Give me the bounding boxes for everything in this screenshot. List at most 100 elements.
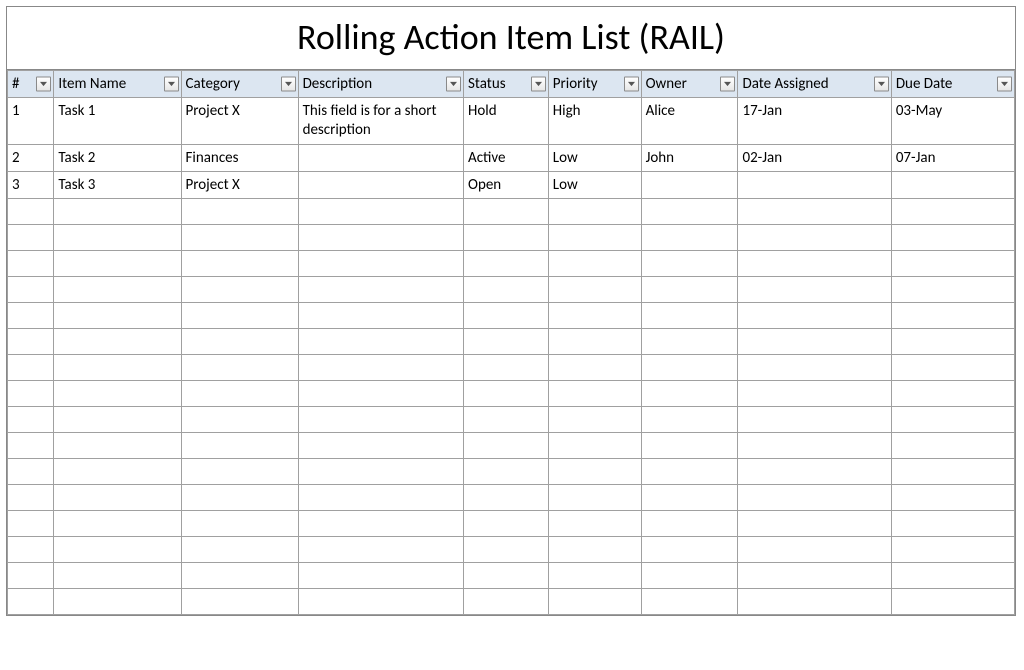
filter-dropdown-icon[interactable] <box>164 77 179 92</box>
filter-dropdown-icon[interactable] <box>281 77 296 92</box>
cell-empty[interactable] <box>54 588 181 614</box>
cell-empty[interactable] <box>8 562 54 588</box>
cell-empty[interactable] <box>464 536 549 562</box>
cell-empty[interactable] <box>464 328 549 354</box>
cell-empty[interactable] <box>298 510 463 536</box>
cell-empty[interactable] <box>298 354 463 380</box>
cell-empty[interactable] <box>548 198 641 224</box>
cell-status[interactable]: Active <box>464 144 549 171</box>
cell-empty[interactable] <box>891 224 1014 250</box>
cell-empty[interactable] <box>738 588 891 614</box>
cell-empty[interactable] <box>181 354 298 380</box>
cell-empty[interactable] <box>181 510 298 536</box>
cell-name[interactable]: Task 1 <box>54 98 181 145</box>
cell-empty[interactable] <box>54 250 181 276</box>
cell-status[interactable]: Open <box>464 171 549 198</box>
column-header-priority[interactable]: Priority <box>548 71 641 98</box>
cell-empty[interactable] <box>891 276 1014 302</box>
cell-empty[interactable] <box>8 458 54 484</box>
cell-empty[interactable] <box>891 328 1014 354</box>
cell-empty[interactable] <box>8 302 54 328</box>
cell-empty[interactable] <box>548 224 641 250</box>
cell-empty[interactable] <box>738 302 891 328</box>
cell-empty[interactable] <box>8 250 54 276</box>
cell-empty[interactable] <box>8 276 54 302</box>
cell-empty[interactable] <box>548 510 641 536</box>
cell-empty[interactable] <box>548 380 641 406</box>
cell-due[interactable]: 03-May <box>891 98 1014 145</box>
cell-empty[interactable] <box>548 406 641 432</box>
cell-empty[interactable] <box>298 198 463 224</box>
cell-empty[interactable] <box>181 380 298 406</box>
cell-empty[interactable] <box>548 302 641 328</box>
cell-empty[interactable] <box>181 562 298 588</box>
cell-empty[interactable] <box>54 380 181 406</box>
cell-category[interactable]: Project X <box>181 171 298 198</box>
cell-empty[interactable] <box>641 328 738 354</box>
cell-empty[interactable] <box>891 354 1014 380</box>
cell-empty[interactable] <box>298 562 463 588</box>
cell-empty[interactable] <box>464 562 549 588</box>
cell-empty[interactable] <box>464 250 549 276</box>
cell-empty[interactable] <box>891 302 1014 328</box>
cell-empty[interactable] <box>54 354 181 380</box>
cell-empty[interactable] <box>298 588 463 614</box>
cell-empty[interactable] <box>298 484 463 510</box>
cell-empty[interactable] <box>54 536 181 562</box>
cell-assigned[interactable] <box>738 171 891 198</box>
cell-empty[interactable] <box>8 536 54 562</box>
cell-category[interactable]: Finances <box>181 144 298 171</box>
cell-due[interactable]: 07-Jan <box>891 144 1014 171</box>
cell-empty[interactable] <box>641 250 738 276</box>
cell-empty[interactable] <box>464 354 549 380</box>
cell-num[interactable]: 2 <box>8 144 54 171</box>
column-header-description[interactable]: Description <box>298 71 463 98</box>
cell-empty[interactable] <box>891 588 1014 614</box>
cell-name[interactable]: Task 3 <box>54 171 181 198</box>
column-header-name[interactable]: Item Name <box>54 71 181 98</box>
cell-empty[interactable] <box>738 354 891 380</box>
cell-empty[interactable] <box>464 406 549 432</box>
cell-empty[interactable] <box>548 328 641 354</box>
cell-empty[interactable] <box>54 484 181 510</box>
cell-empty[interactable] <box>548 458 641 484</box>
cell-owner[interactable] <box>641 171 738 198</box>
cell-empty[interactable] <box>298 536 463 562</box>
cell-empty[interactable] <box>54 328 181 354</box>
cell-empty[interactable] <box>738 224 891 250</box>
filter-dropdown-icon[interactable] <box>874 77 889 92</box>
cell-owner[interactable]: John <box>641 144 738 171</box>
cell-empty[interactable] <box>641 458 738 484</box>
cell-empty[interactable] <box>298 380 463 406</box>
cell-empty[interactable] <box>548 432 641 458</box>
cell-empty[interactable] <box>181 302 298 328</box>
cell-empty[interactable] <box>8 380 54 406</box>
cell-empty[interactable] <box>54 510 181 536</box>
cell-empty[interactable] <box>8 328 54 354</box>
cell-empty[interactable] <box>8 588 54 614</box>
cell-empty[interactable] <box>641 276 738 302</box>
cell-empty[interactable] <box>298 224 463 250</box>
cell-empty[interactable] <box>181 588 298 614</box>
cell-empty[interactable] <box>641 432 738 458</box>
cell-empty[interactable] <box>738 328 891 354</box>
filter-dropdown-icon[interactable] <box>36 77 51 92</box>
cell-empty[interactable] <box>641 198 738 224</box>
cell-description[interactable] <box>298 144 463 171</box>
cell-empty[interactable] <box>891 198 1014 224</box>
cell-empty[interactable] <box>8 224 54 250</box>
cell-empty[interactable] <box>738 458 891 484</box>
cell-empty[interactable] <box>641 380 738 406</box>
cell-empty[interactable] <box>464 484 549 510</box>
cell-priority[interactable]: High <box>548 98 641 145</box>
cell-empty[interactable] <box>54 458 181 484</box>
cell-empty[interactable] <box>8 510 54 536</box>
cell-empty[interactable] <box>8 406 54 432</box>
cell-owner[interactable]: Alice <box>641 98 738 145</box>
cell-empty[interactable] <box>641 588 738 614</box>
cell-empty[interactable] <box>181 250 298 276</box>
cell-empty[interactable] <box>738 406 891 432</box>
cell-empty[interactable] <box>891 536 1014 562</box>
cell-empty[interactable] <box>641 302 738 328</box>
cell-empty[interactable] <box>181 458 298 484</box>
